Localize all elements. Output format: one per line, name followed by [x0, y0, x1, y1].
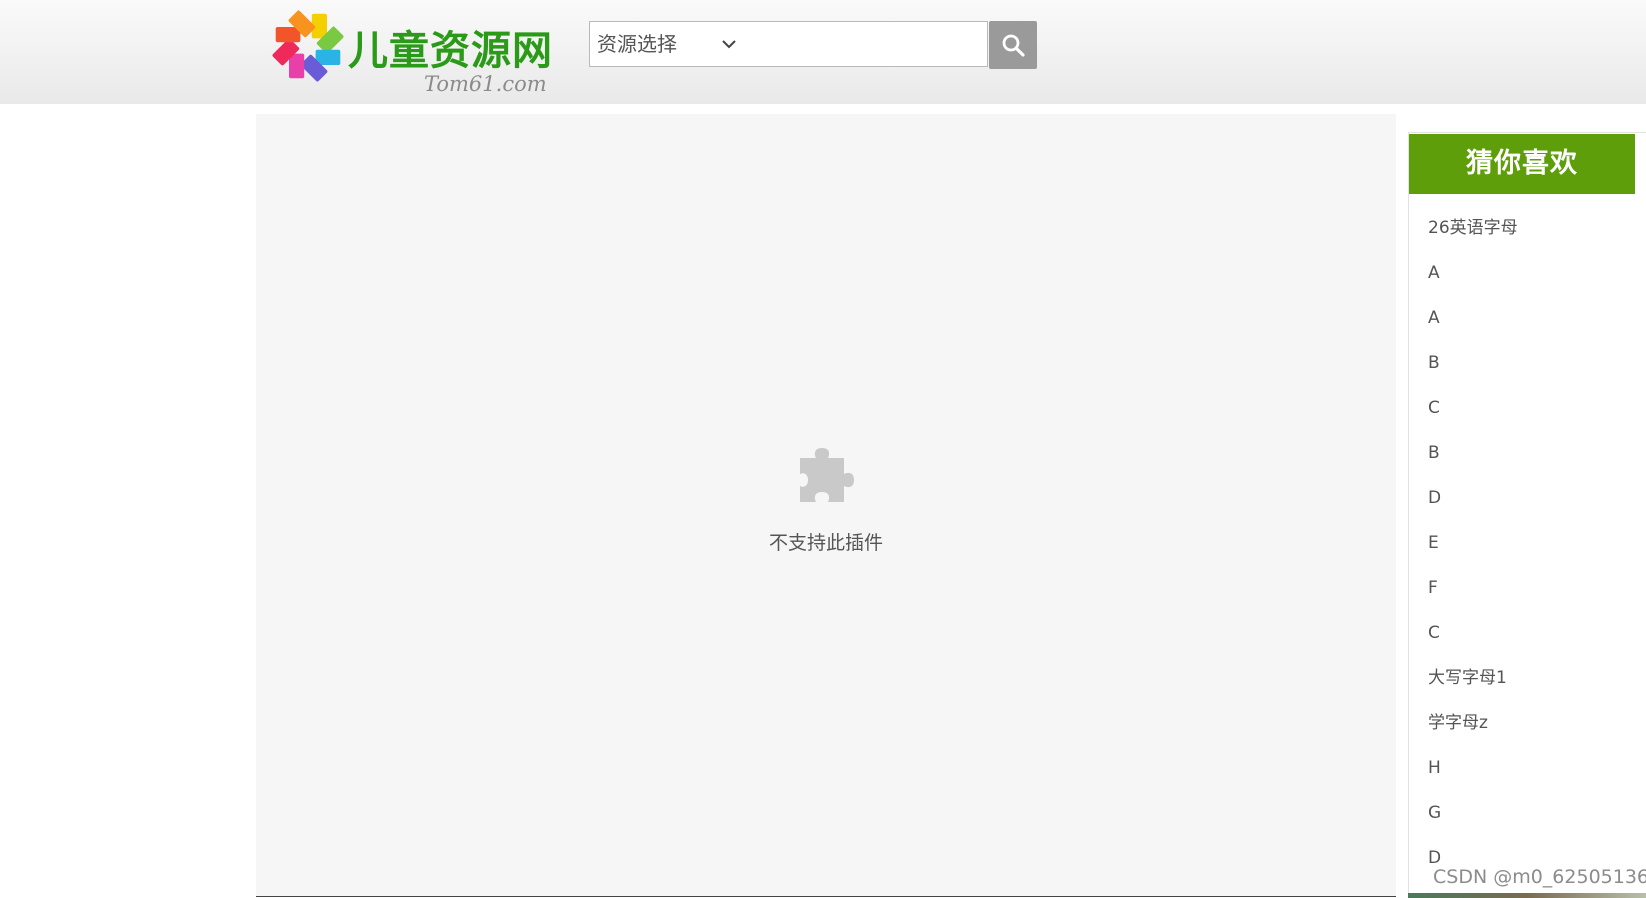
- recommend-item[interactable]: H: [1428, 757, 1518, 802]
- chevron-down-icon[interactable]: [720, 35, 738, 53]
- watermark: CSDN @m0_62505136: [1433, 866, 1646, 888]
- plugin-unsupported-message: 不支持此插件: [768, 532, 883, 554]
- search-bar: 资源选择: [589, 21, 988, 67]
- recommend-item[interactable]: 学字母z: [1428, 712, 1518, 757]
- recommend-item[interactable]: C: [1428, 622, 1518, 667]
- recommend-list: 26英语字母 A A B C B D E F C 大写字母1 学字母z H G …: [1428, 217, 1518, 892]
- recommend-item[interactable]: C: [1428, 397, 1518, 442]
- recommend-item[interactable]: 26英语字母: [1428, 217, 1518, 262]
- logo-title: 儿童资源网: [348, 28, 553, 74]
- recommend-item[interactable]: G: [1428, 802, 1518, 847]
- recommend-item[interactable]: A: [1428, 307, 1518, 352]
- site-header: 儿童资源网 Tom61.com 资源选择: [0, 0, 1646, 104]
- recommend-item[interactable]: E: [1428, 532, 1518, 577]
- recommend-item[interactable]: 大写字母1: [1428, 667, 1518, 712]
- site-logo[interactable]: 儿童资源网 Tom61.com: [256, 0, 556, 104]
- recommend-item[interactable]: F: [1428, 577, 1518, 622]
- flower-logo-icon: [272, 10, 344, 82]
- resource-select[interactable]: 资源选择: [597, 22, 677, 66]
- recommend-sidebar: 猜你喜欢 26英语字母 A A B C B D E F C 大写字母1 学字母z…: [1408, 132, 1646, 898]
- recommend-item[interactable]: B: [1428, 352, 1518, 397]
- image-strip: [1408, 893, 1646, 898]
- plugin-content-area: 不支持此插件: [256, 114, 1396, 897]
- puzzle-piece-icon: [800, 448, 854, 502]
- recommend-item[interactable]: D: [1428, 487, 1518, 532]
- search-button[interactable]: [989, 21, 1037, 69]
- search-icon: [1002, 34, 1025, 57]
- recommend-item[interactable]: B: [1428, 442, 1518, 487]
- logo-subtitle: Tom61.com: [424, 72, 547, 96]
- recommend-item[interactable]: A: [1428, 262, 1518, 307]
- sidebar-title: 猜你喜欢: [1409, 134, 1635, 194]
